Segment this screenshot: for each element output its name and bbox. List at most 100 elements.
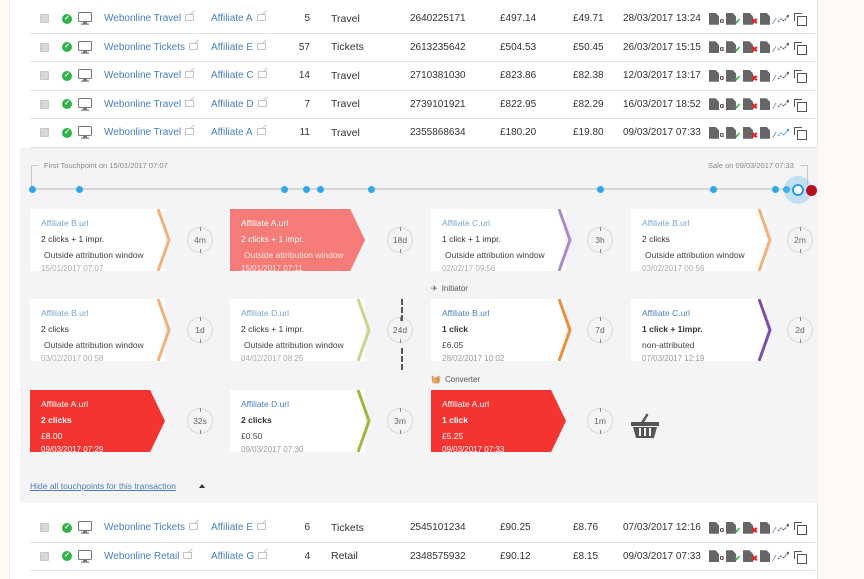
view-icon[interactable]: ɑ [709, 550, 724, 563]
table-row[interactable]: ✓ Webonline Travel Affiliate D 7 Travel … [30, 91, 818, 119]
touchpoints-icon[interactable] [777, 70, 790, 82]
merchant-link[interactable]: Webonline Travel [104, 99, 195, 110]
touchpoint-url[interactable]: Affiliate D.url [241, 305, 365, 321]
edit-icon[interactable]: ⁄ [760, 69, 775, 82]
external-link-icon[interactable] [185, 14, 195, 22]
timeline-touchpoint-dot[interactable] [76, 186, 83, 193]
touchpoint-url[interactable]: Affiliate C.url [642, 305, 766, 321]
external-link-icon[interactable] [256, 14, 266, 22]
view-icon[interactable]: ɑ [709, 69, 724, 82]
row-checkbox[interactable] [40, 551, 49, 561]
merchant-link[interactable]: Webonline Tickets [104, 42, 198, 53]
affiliate-link[interactable]: Affiliate A [211, 13, 266, 24]
merchant-link[interactable]: Webonline Travel [104, 127, 195, 138]
decline-icon[interactable]: ✖ [743, 98, 758, 111]
merchant-link[interactable]: Webonline Tickets [104, 522, 198, 533]
decline-icon[interactable]: ✖ [743, 550, 758, 563]
merchant-link[interactable]: Webonline Travel [104, 13, 195, 24]
view-icon[interactable]: ɑ [709, 41, 724, 54]
timeline-touchpoint-dot[interactable] [597, 186, 604, 193]
timeline-touchpoint-dot[interactable] [710, 186, 717, 193]
affiliate-link[interactable]: Affiliate C [211, 70, 267, 81]
row-checkbox[interactable] [40, 128, 49, 138]
touchpoint-card[interactable]: Affiliate A.url 2 clicks £8.00 09/03/201… [30, 390, 165, 452]
touchpoint-card[interactable]: Affiliate C.url 1 click + 1 impr. Outsid… [431, 209, 566, 273]
timeline-sale-marker[interactable] [806, 185, 817, 196]
collapse-arrow-icon[interactable] [199, 484, 205, 488]
merchant-link[interactable]: Webonline Travel [104, 70, 195, 81]
timeline-touchpoint-dot[interactable] [281, 186, 288, 193]
touchpoints-icon[interactable] [777, 522, 790, 534]
timeline-touchpoint-dot[interactable] [772, 186, 779, 193]
touchpoint-card[interactable]: Affiliate B.url 2 clicks Outside attribu… [631, 209, 766, 273]
table-row[interactable]: ✓ Webonline Travel Affiliate A 5 Travel … [30, 5, 818, 34]
touchpoint-card[interactable]: Affiliate D.url 2 clicks + 1 impr. Outsi… [230, 299, 365, 363]
touchpoint-url[interactable]: Affiliate A.url [41, 396, 165, 412]
view-icon[interactable]: ɑ [709, 126, 724, 139]
touchpoints-icon[interactable] [777, 127, 790, 139]
decline-icon[interactable]: ✖ [743, 12, 758, 25]
approve-icon[interactable]: ✔ [726, 126, 741, 139]
touchpoint-card[interactable]: Affiliate B.url 2 clicks + 1 impr. Outsi… [30, 209, 165, 273]
row-checkbox[interactable] [40, 99, 49, 109]
external-link-icon[interactable] [256, 128, 266, 136]
touchpoints-icon[interactable] [777, 13, 790, 25]
approve-icon[interactable]: ✔ [726, 521, 741, 534]
copy-icon[interactable] [794, 522, 807, 536]
touchpoint-url[interactable]: Affiliate B.url [642, 215, 766, 231]
touchpoints-icon[interactable] [777, 550, 790, 562]
affiliate-link[interactable]: Affiliate G [211, 551, 268, 562]
view-icon[interactable]: ɑ [709, 521, 724, 534]
external-link-icon[interactable] [185, 99, 195, 107]
edit-icon[interactable]: ⁄ [760, 12, 775, 25]
touchpoint-card[interactable]: Affiliate A.url 2 clicks + 1 impr. Outsi… [230, 209, 365, 271]
edit-icon[interactable]: ⁄ [760, 41, 775, 54]
row-checkbox[interactable] [40, 14, 49, 24]
external-link-icon[interactable] [257, 71, 267, 79]
timeline-touchpoint-dot[interactable] [303, 186, 310, 193]
table-row[interactable]: ✓ Webonline Retail Affiliate G 4 Retail … [30, 543, 818, 571]
external-link-icon[interactable] [257, 42, 267, 50]
copy-icon[interactable] [794, 13, 807, 27]
edit-icon[interactable]: ⁄ [760, 98, 775, 111]
approve-icon[interactable]: ✔ [726, 550, 741, 563]
copy-icon[interactable] [794, 70, 807, 84]
view-icon[interactable]: ɑ [709, 12, 724, 25]
table-row[interactable]: ✓ Webonline Tickets Affiliate E 57 Ticke… [30, 34, 818, 62]
touchpoint-card[interactable]: Affiliate B.url 1 click £6.05 28/02/2017… [431, 299, 566, 363]
copy-icon[interactable] [794, 127, 807, 141]
copy-icon[interactable] [794, 550, 807, 564]
external-link-icon[interactable] [183, 551, 193, 559]
affiliate-link[interactable]: Affiliate E [211, 522, 267, 533]
hide-touchpoints-link[interactable]: Hide all touchpoints for this transactio… [30, 481, 176, 491]
affiliate-link[interactable]: Affiliate A [211, 127, 266, 138]
external-link-icon[interactable] [185, 71, 195, 79]
approve-icon[interactable]: ✔ [726, 98, 741, 111]
touchpoints-icon[interactable] [777, 41, 790, 53]
touchpoint-url[interactable]: Affiliate B.url [41, 305, 165, 321]
table-row[interactable]: ✓ Webonline Tickets Affiliate E 6 Ticket… [30, 514, 818, 543]
external-link-icon[interactable] [257, 523, 267, 531]
copy-icon[interactable] [794, 41, 807, 55]
copy-icon[interactable] [794, 98, 807, 112]
touchpoint-url[interactable]: Affiliate C.url [442, 215, 566, 231]
decline-icon[interactable]: ✖ [743, 521, 758, 534]
external-link-icon[interactable] [258, 551, 268, 559]
affiliate-link[interactable]: Affiliate E [211, 42, 267, 53]
decline-icon[interactable]: ✖ [743, 126, 758, 139]
table-row[interactable]: ✓ Webonline Travel Affiliate C 14 Travel… [30, 62, 818, 91]
row-checkbox[interactable] [40, 523, 49, 533]
touchpoints-icon[interactable] [777, 98, 790, 110]
touchpoint-url[interactable]: Affiliate B.url [41, 215, 165, 231]
external-link-icon[interactable] [257, 99, 267, 107]
row-checkbox[interactable] [40, 71, 49, 81]
touchpoint-card[interactable]: Affiliate A.url 1 click £5.25 09/03/2017… [431, 390, 566, 452]
external-link-icon[interactable] [185, 128, 195, 136]
edit-icon[interactable]: ⁄ [760, 521, 775, 534]
external-link-icon[interactable] [188, 523, 198, 531]
decline-icon[interactable]: ✖ [743, 41, 758, 54]
timeline-touchpoint-dot[interactable] [29, 186, 36, 193]
view-icon[interactable]: ɑ [709, 98, 724, 111]
timeline-touchpoint-dot[interactable] [317, 186, 324, 193]
table-row[interactable]: ✓ Webonline Travel Affiliate A 11 Travel… [30, 119, 818, 148]
